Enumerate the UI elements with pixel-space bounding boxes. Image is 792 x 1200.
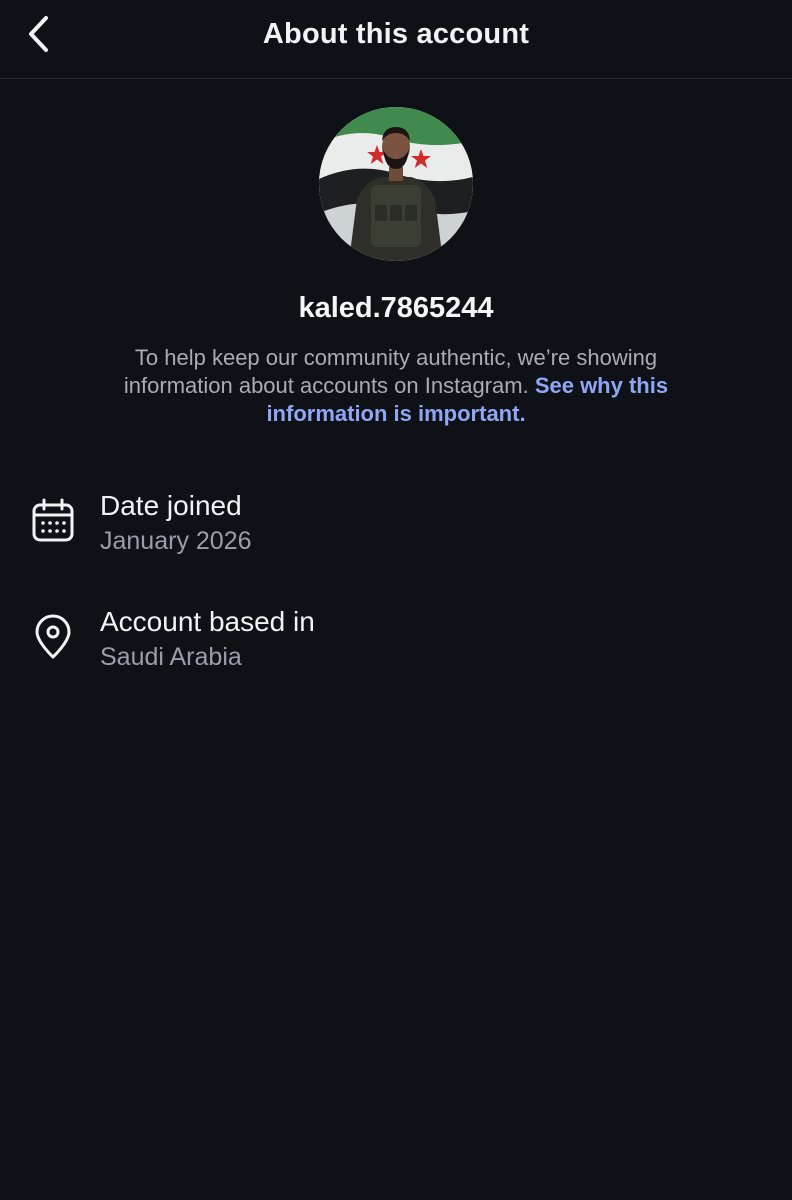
calendar-icon xyxy=(28,496,78,546)
date-joined-row: Date joined January 2026 xyxy=(0,490,792,574)
account-location-row: Account based in Saudi Arabia xyxy=(0,606,792,690)
about-account-screen: About this account kaled.7865244 To help… xyxy=(0,0,792,1200)
header: About this account xyxy=(0,0,792,79)
avatar xyxy=(319,107,473,261)
username: kaled.7865244 xyxy=(298,292,494,324)
authenticity-description: To help keep our community authentic, we… xyxy=(80,344,712,428)
date-joined-label: Date joined xyxy=(100,490,242,521)
date-joined-value: January 2026 xyxy=(100,527,252,555)
account-based-in-value: Saudi Arabia xyxy=(100,643,242,671)
account-based-in-label: Account based in xyxy=(100,606,315,637)
page-title: About this account xyxy=(262,18,530,50)
location-pin-icon xyxy=(28,612,78,662)
